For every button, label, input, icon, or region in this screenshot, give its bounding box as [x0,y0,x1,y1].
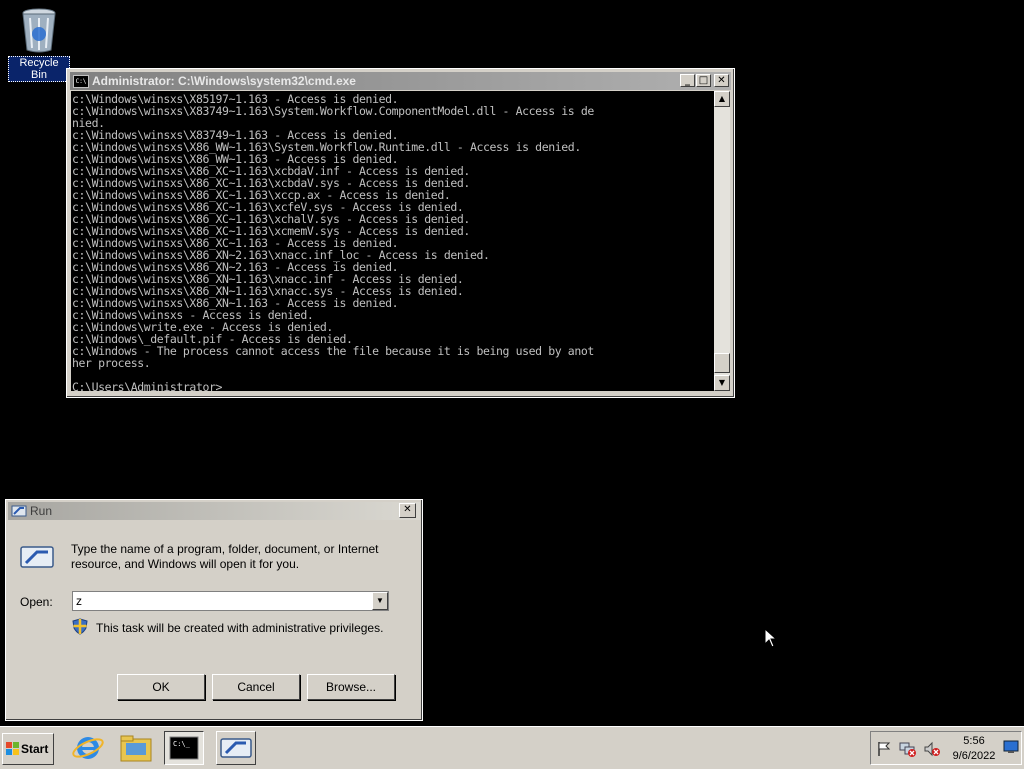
cmd-window[interactable]: C:\ Administrator: C:\Windows\system32\c… [66,68,735,398]
console-scrollbar[interactable]: ▲ ▼ [714,91,730,391]
console-line: c:\Windows\winsxs\X83749~1.163\System.Wo… [72,104,594,118]
taskbar: Start C:\_ 5:56 9/6/2022 [0,726,1024,769]
recycle-bin-desktop-icon[interactable]: Recycle Bin [8,6,70,82]
close-button[interactable]: ✕ [714,74,729,87]
start-button[interactable]: Start [2,733,54,765]
clock-time: 5:56 [963,735,985,747]
run-dialog[interactable]: Run ✕ Type the name of a program, folder… [5,499,423,721]
uac-shield-icon [72,618,88,635]
console-output[interactable]: c:\Windows\winsxs\X85197~1.163 - Access … [71,91,714,391]
open-combobox[interactable]: ▼ [72,591,389,611]
windows-logo-icon [6,742,19,755]
run-close-button[interactable]: ✕ [399,503,416,518]
quicklaunch-explorer[interactable] [118,731,154,765]
cmd-icon: C:\ [73,75,89,88]
cancel-button[interactable]: Cancel [212,674,300,700]
start-label: Start [21,742,49,756]
network-error-icon[interactable] [899,741,917,757]
minimize-button[interactable]: _ [680,74,695,87]
console-line: C:\Users\Administrator> [72,380,223,391]
run-icon [220,738,252,758]
cmd-titlebar[interactable]: C:\ Administrator: C:\Windows\system32\c… [70,72,731,90]
browse-button[interactable]: Browse... [307,674,395,700]
scroll-thumb[interactable] [714,353,730,373]
run-titlebar[interactable]: Run ✕ [8,502,420,520]
volume-muted-icon[interactable] [923,741,941,757]
run-program-icon [20,546,54,568]
maximize-button[interactable]: □ [696,74,711,87]
mouse-cursor-icon [764,628,778,648]
cmd-title: Administrator: C:\Windows\system32\cmd.e… [92,74,356,88]
console-line: her process. [72,356,151,370]
taskbar-button-cmd[interactable]: C:\_ [164,731,204,765]
open-label: Open: [20,595,53,609]
scroll-up-button[interactable]: ▲ [714,91,730,107]
open-input[interactable] [76,593,366,608]
run-small-icon [11,505,27,517]
command-prompt-icon: C:\_ [169,736,199,760]
internet-explorer-icon [72,737,104,759]
clock-date: 9/6/2022 [952,750,996,762]
folder-icon [120,735,152,762]
taskbar-button-run[interactable] [216,731,256,765]
run-description: Type the name of a program, folder, docu… [71,542,379,571]
svg-text:C:\_: C:\_ [173,740,191,748]
recycle-bin-icon [22,8,56,53]
clock[interactable]: 5:56 9/6/2022 [949,734,999,764]
ok-button[interactable]: OK [117,674,205,700]
quicklaunch-internet-explorer[interactable] [70,731,106,765]
action-center-flag-icon[interactable] [876,741,892,757]
scroll-down-button[interactable]: ▼ [714,375,730,391]
show-desktop-icon[interactable] [1003,739,1019,755]
recycle-bin-label: Recycle Bin [8,56,70,82]
run-title: Run [30,504,53,518]
console-text: c:\Windows\winsxs\X85197~1.163 - Access … [71,91,714,391]
admin-privileges-note: This task will be created with administr… [96,621,384,635]
system-tray: 5:56 9/6/2022 [870,731,1022,765]
chevron-down-icon[interactable]: ▼ [372,592,388,610]
